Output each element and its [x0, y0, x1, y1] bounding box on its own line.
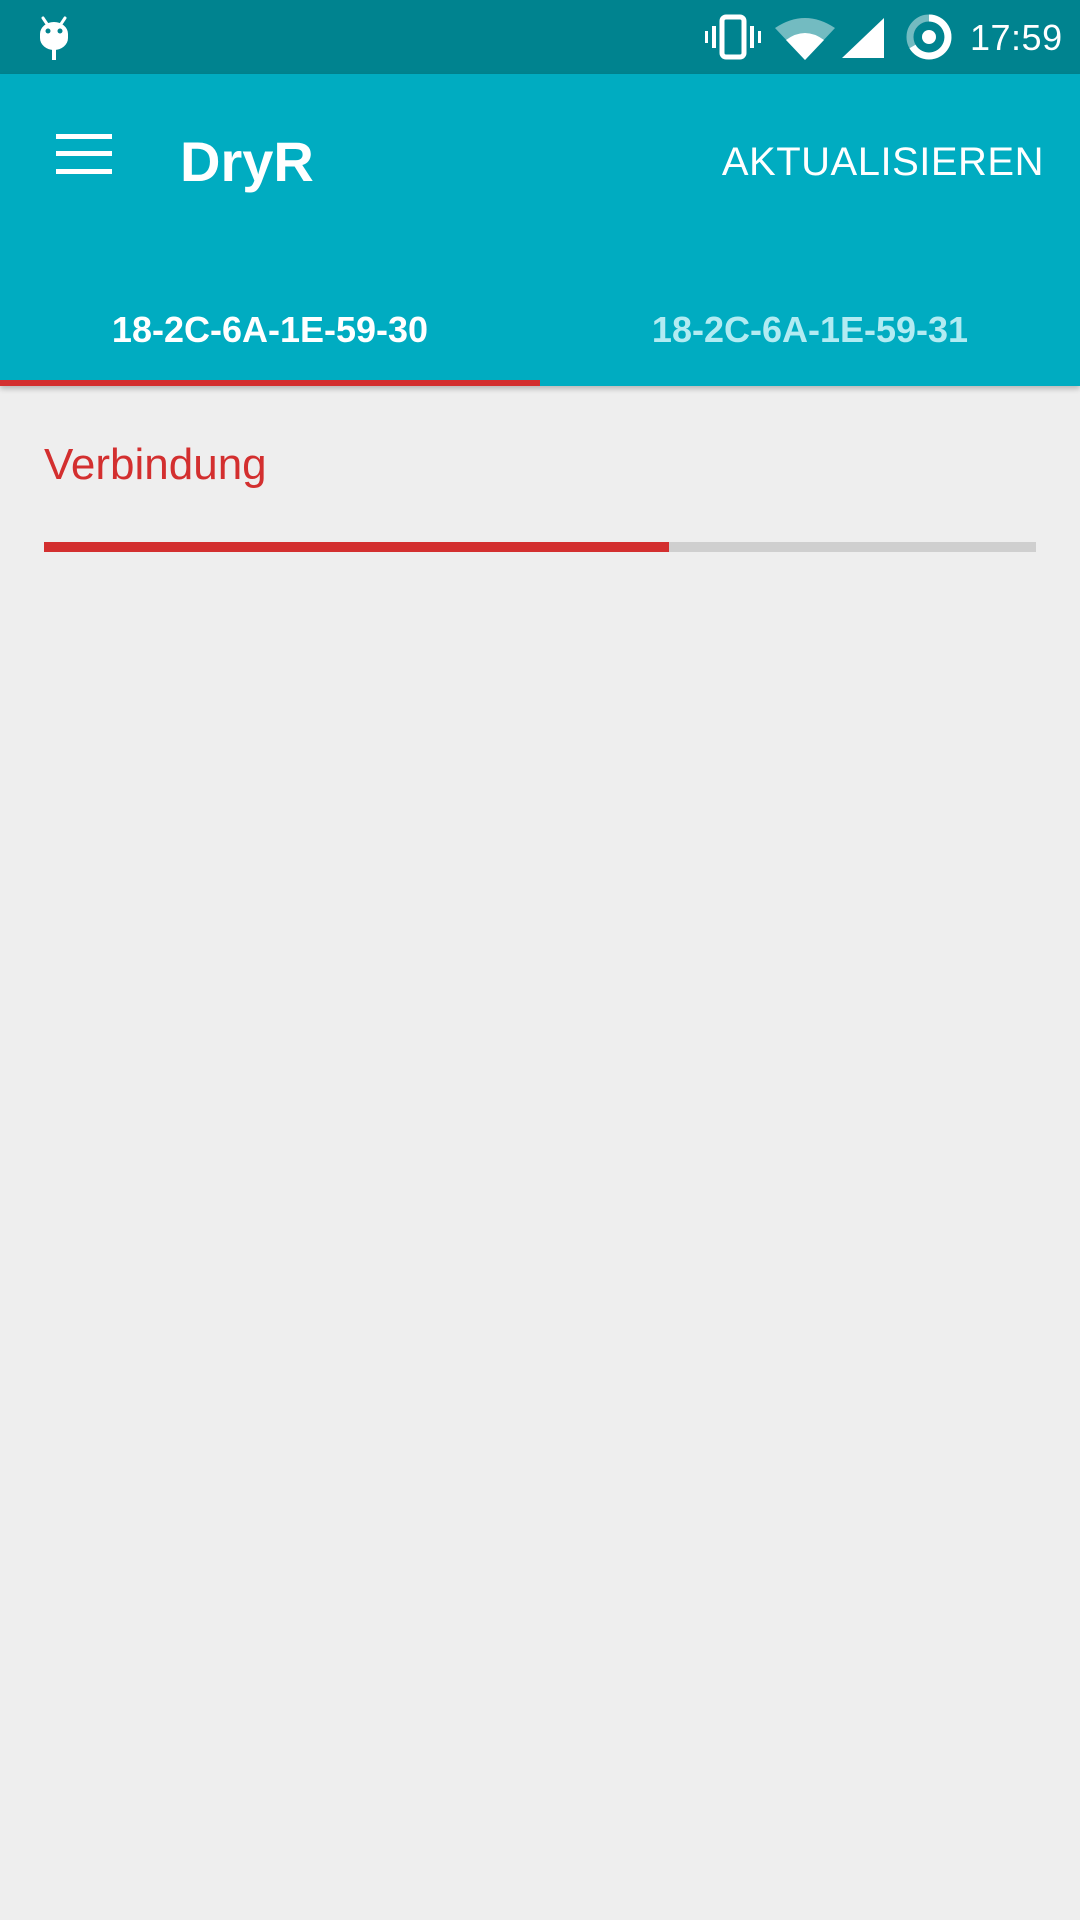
tab-indicator: [0, 380, 540, 386]
connection-progress-bar: [44, 542, 1036, 552]
status-time: 17:59: [970, 17, 1063, 58]
device-tabs: 18-2C-6A-1E-59-30 18-2C-6A-1E-59-31: [0, 274, 1080, 386]
hamburger-menu-icon: [56, 134, 112, 174]
connection-label: Verbindung: [44, 440, 267, 489]
signal-icon: [842, 18, 884, 58]
tab-device-1[interactable]: 18-2C-6A-1E-59-30: [0, 274, 540, 386]
app-title: DryR: [180, 130, 314, 193]
refresh-button[interactable]: AKTUALISIEREN: [722, 132, 1044, 192]
debug-icon: [40, 16, 68, 60]
status-bar: 17:59: [0, 0, 1080, 74]
connection-progress-fill: [44, 542, 669, 552]
menu-button[interactable]: [38, 122, 130, 186]
vibrate-icon: [705, 14, 761, 60]
tab-label: 18-2C-6A-1E-59-31: [651, 309, 969, 350]
battery-saver-icon: [906, 14, 952, 60]
wifi-icon: [775, 18, 835, 60]
tab-device-2[interactable]: 18-2C-6A-1E-59-31: [540, 274, 1080, 386]
app-screen: 17:59 DryR AKTUALISIEREN 18-2C-6A-1E-59-…: [0, 0, 1080, 1920]
tab-label: 18-2C-6A-1E-59-30: [111, 309, 429, 350]
app-bar: DryR AKTUALISIEREN 18-2C-6A-1E-59-30 18-…: [0, 74, 1080, 386]
